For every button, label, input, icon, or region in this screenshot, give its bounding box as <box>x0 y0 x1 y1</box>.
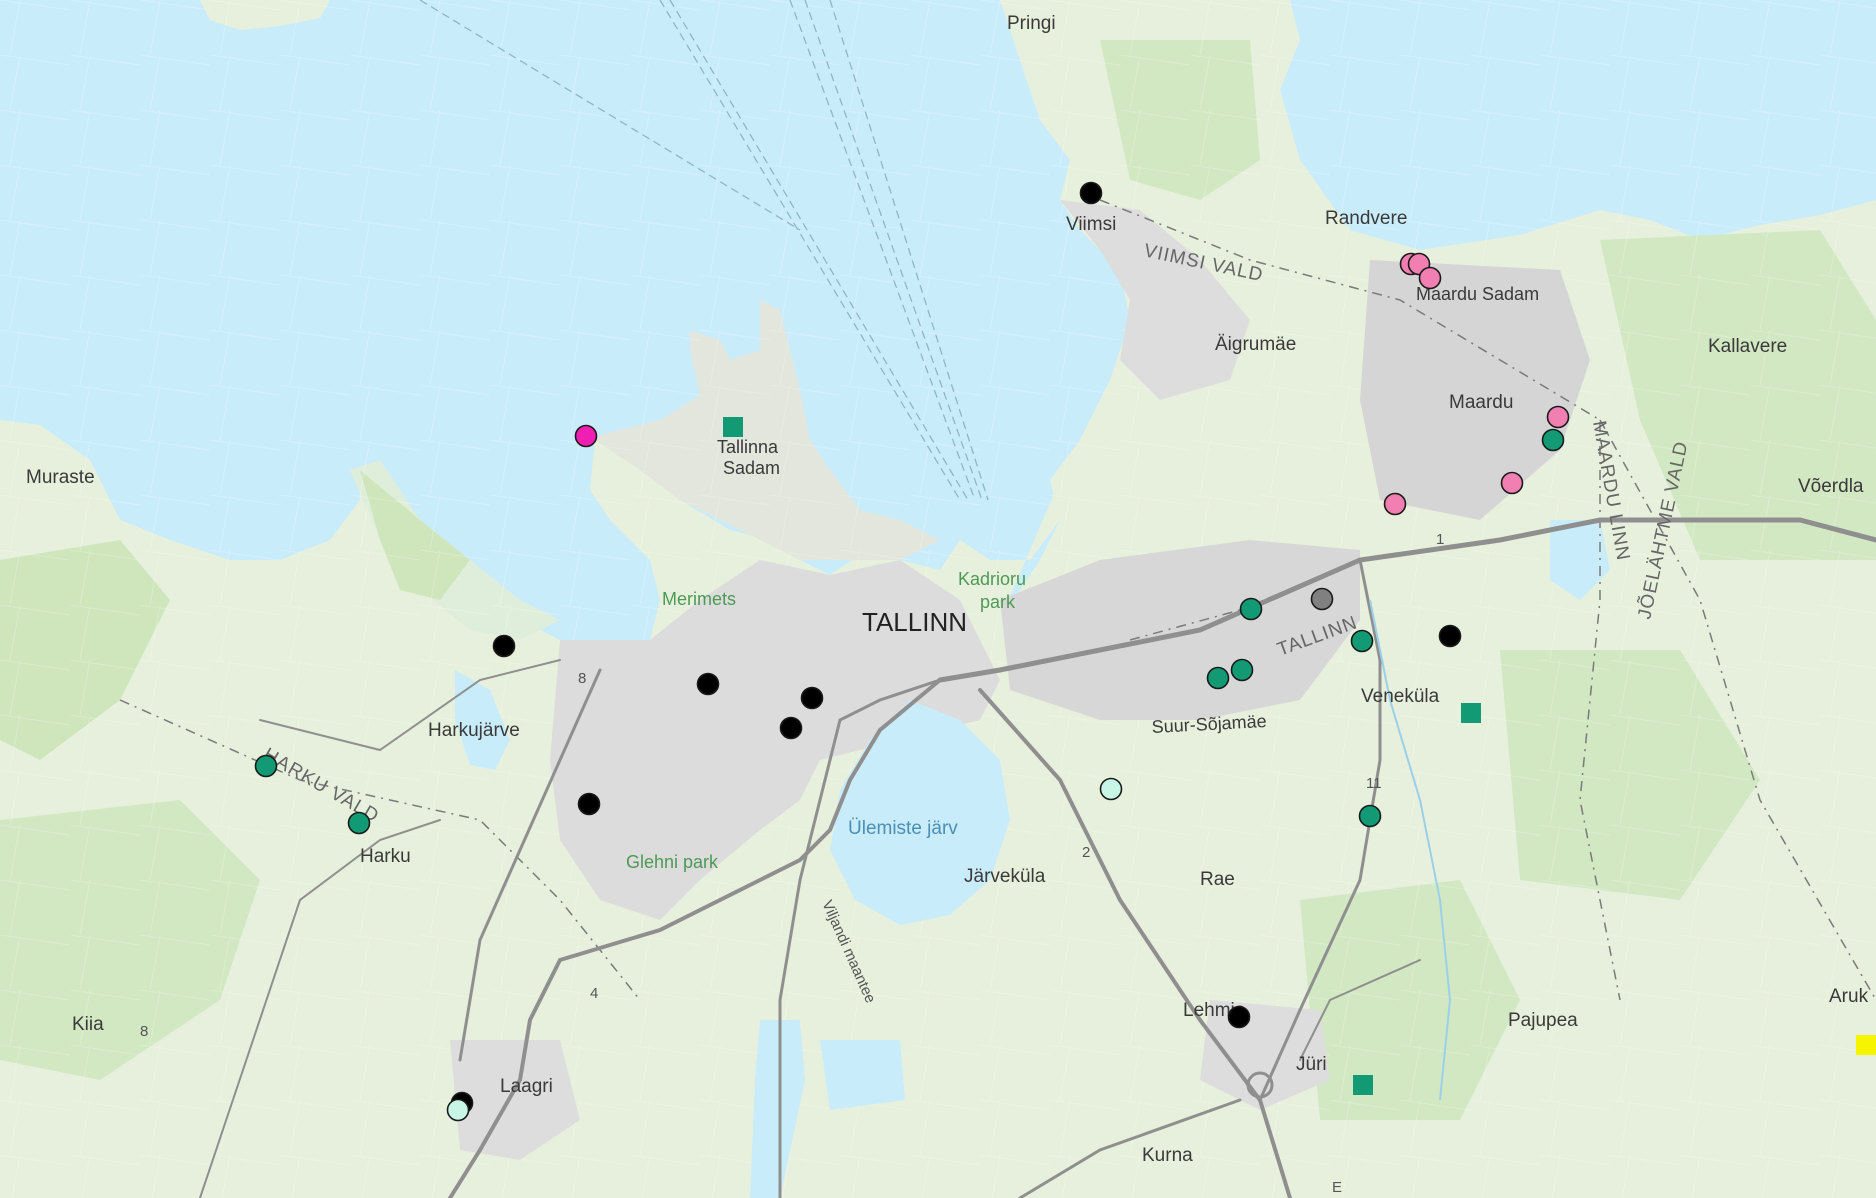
map-marker-m-lasnamae-gray[interactable] <box>1310 587 1334 611</box>
map-marker-m-mustamae[interactable] <box>577 792 601 816</box>
map-marker-m-east[interactable] <box>1438 624 1462 648</box>
place-kurna[interactable]: Kurna <box>1142 1145 1193 1166</box>
park-merimets[interactable]: Merimets <box>662 589 736 609</box>
map-marker-sq-aruk[interactable] <box>1856 1035 1876 1055</box>
map-view[interactable]: TALLINN Pringi Viimsi Randvere Maardu Sa… <box>0 0 1876 1198</box>
map-marker-m-harku-1[interactable] <box>254 754 278 778</box>
place-kallavere[interactable]: Kallavere <box>1708 336 1787 357</box>
map-marker-m-lasnamae-1[interactable] <box>1239 597 1263 621</box>
map-marker-m-harkujarve[interactable] <box>492 634 516 658</box>
road-label-1[interactable]: 1 <box>1436 531 1444 548</box>
map-marker-sq-sadam[interactable] <box>723 417 743 437</box>
map-marker-m-center-2[interactable] <box>800 686 824 710</box>
lake-ulemiste-label[interactable]: Ülemiste järv <box>848 818 958 839</box>
place-venekula[interactable]: Veneküla <box>1361 686 1440 707</box>
place-viimsi[interactable]: Viimsi <box>1066 214 1116 235</box>
map-marker-m-laagri-mint[interactable] <box>446 1098 470 1122</box>
place-laagri[interactable]: Laagri <box>500 1076 553 1097</box>
map-marker-m-center-1[interactable] <box>696 672 720 696</box>
place-maardu[interactable]: Maardu <box>1449 392 1513 413</box>
place-rae[interactable]: Rae <box>1200 869 1235 890</box>
place-jarvekula[interactable]: Järveküla <box>964 866 1046 887</box>
map-marker-m-lasnamae-2[interactable] <box>1350 629 1374 653</box>
place-juri[interactable]: Jüri <box>1296 1054 1327 1075</box>
map-marker-sq-venekula[interactable] <box>1461 703 1481 723</box>
place-pringi[interactable]: Pringi <box>1007 13 1056 34</box>
map-marker-m-kopli[interactable] <box>574 424 598 448</box>
map-marker-sq-juri[interactable] <box>1353 1075 1373 1095</box>
place-tallinna-sadam-line1[interactable]: Tallinna <box>717 437 779 457</box>
place-harku[interactable]: Harku <box>360 846 411 867</box>
map-marker-m-lehmja[interactable] <box>1227 1005 1251 1029</box>
place-harkujarve[interactable]: Harkujärve <box>428 720 520 741</box>
place-randvere[interactable]: Randvere <box>1325 208 1407 229</box>
park-kadriorg-line1[interactable]: Kadrioru <box>958 569 1026 589</box>
map-marker-m-rae-green[interactable] <box>1358 804 1382 828</box>
road-label-2[interactable]: 2 <box>1082 844 1090 861</box>
map-marker-m-randvere-3[interactable] <box>1418 266 1442 290</box>
map-marker-m-maardu-green[interactable] <box>1541 428 1565 452</box>
park-glehni[interactable]: Glehni park <box>626 852 719 872</box>
map-marker-m-lasnamae-4[interactable] <box>1206 666 1230 690</box>
road-label-11[interactable]: 11 <box>1366 775 1382 792</box>
map-marker-m-maardu-pink-3[interactable] <box>1383 492 1407 516</box>
place-tallinna-sadam-line2[interactable]: Sadam <box>723 458 780 478</box>
map-marker-m-maardu-pink-1[interactable] <box>1546 405 1570 429</box>
map-canvas[interactable]: TALLINN Pringi Viimsi Randvere Maardu Sa… <box>0 0 1876 1198</box>
road-label-4[interactable]: 4 <box>590 985 598 1002</box>
place-pajupea[interactable]: Pajupea <box>1508 1010 1578 1031</box>
map-marker-m-lasnamae-3[interactable] <box>1230 658 1254 682</box>
map-marker-m-ulemiste[interactable] <box>1099 777 1123 801</box>
road-label-e[interactable]: E <box>1332 1179 1342 1196</box>
road-label-8a[interactable]: 8 <box>578 670 586 687</box>
road-label-8b[interactable]: 8 <box>140 1023 148 1040</box>
place-voerdla[interactable]: Võerdla <box>1798 476 1864 497</box>
map-marker-m-viimsi[interactable] <box>1079 181 1103 205</box>
map-marker-m-maardu-pink-2[interactable] <box>1500 471 1524 495</box>
place-muraste[interactable]: Muraste <box>26 467 95 488</box>
place-aruk[interactable]: Aruk <box>1829 986 1869 1007</box>
reservoir-south-2 <box>820 1040 905 1110</box>
map-marker-m-center-3[interactable] <box>779 716 803 740</box>
place-aigrumae[interactable]: Äigrumäe <box>1215 334 1296 355</box>
park-kadriorg-line2[interactable]: park <box>980 592 1016 612</box>
city-label[interactable]: TALLINN <box>862 607 967 637</box>
place-kiia[interactable]: Kiia <box>72 1014 104 1035</box>
map-marker-m-harku-2[interactable] <box>347 811 371 835</box>
